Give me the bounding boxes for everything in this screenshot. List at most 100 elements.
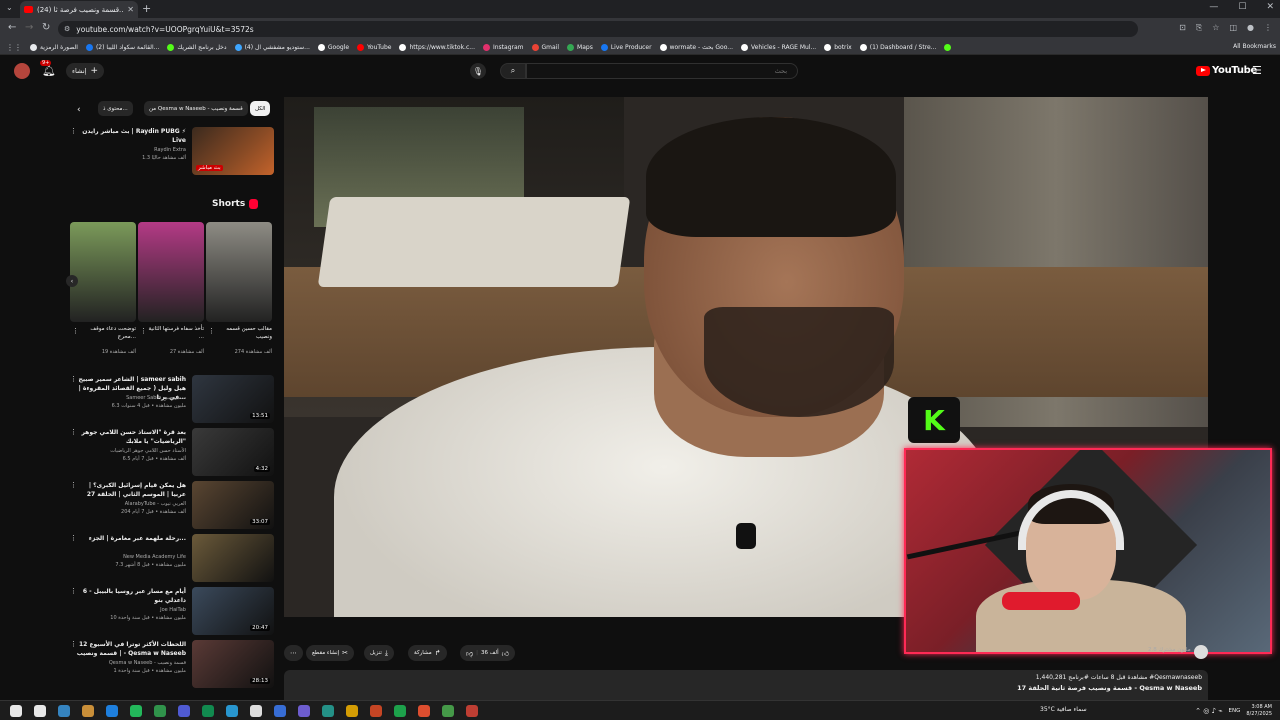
weather-widget[interactable]: 35°C سماء صافية (1040, 706, 1087, 713)
create-button[interactable]: إنشاء + (66, 63, 104, 79)
dislike-icon[interactable]: 👎︎ (466, 649, 473, 658)
download-button[interactable]: تنزيل ⤓ (364, 645, 395, 661)
system-clock[interactable]: 3:08 AM 8/27/2025 (1246, 704, 1272, 718)
video-list-item[interactable]: 28:13 اللحظات الأكثر توترا في الأسبوع 12 … (70, 640, 274, 690)
video-list-item[interactable]: رحلة ملهمة عبر مغامرة | الجزء... New Medi… (70, 534, 274, 584)
video-list-item[interactable]: 33:07 هل يمكن قيام إسرائيل الكبرى؟ | عربي… (70, 481, 274, 531)
bookmark-item[interactable]: (4) ستوديو مشفشي ال... (234, 43, 310, 51)
short-title[interactable]: مقالب حسين قسمه ونصيب (214, 325, 272, 341)
short-title[interactable]: تأخذ سفاه فرستها الثانية ... (146, 325, 204, 341)
video-title[interactable]: بث مباشر رايدن | Raydin PUBG ⚡ Live (76, 127, 186, 145)
taskbar-app-icon[interactable] (346, 705, 358, 717)
language-indicator[interactable]: ENG (1229, 708, 1241, 714)
video-title[interactable]: بعد قرة "الاستاذ حسن اللامي جوهر الرياضي… (76, 428, 186, 446)
taskbar-app-icon[interactable] (250, 705, 262, 717)
clip-button[interactable]: إنشاء مقطع ✂ (306, 645, 355, 661)
short-more-icon[interactable]: ⋮ (140, 327, 147, 335)
video-title[interactable]: هل يمكن قيام إسرائيل الكبرى؟ | عربيا | ا… (76, 481, 186, 499)
video-thumbnail[interactable]: 28:13 (192, 640, 274, 688)
share-button[interactable]: مشاركة ↱ (408, 645, 447, 661)
bookmark-item[interactable]: دخل برنامج الشريك (167, 43, 227, 51)
video-title[interactable]: رحلة ملهمة عبر مغامرة | الجزء... (76, 534, 186, 543)
taskbar-app-icon[interactable] (34, 705, 46, 717)
close-window-icon[interactable]: ✕ (1266, 2, 1274, 12)
taskbar-app-icon[interactable] (178, 705, 190, 717)
channel-avatar[interactable] (1194, 645, 1208, 659)
profile-icon[interactable]: ● (1247, 23, 1254, 33)
taskbar-app-icon[interactable] (394, 705, 406, 717)
taskbar-app-icon[interactable] (274, 705, 286, 717)
taskbar-app-icon[interactable] (106, 705, 118, 717)
guide-menu-icon[interactable]: ☰ (1252, 64, 1262, 77)
bookmark-item[interactable]: الصورة الرمزية (30, 43, 78, 51)
forward-icon[interactable]: → (25, 22, 33, 33)
extensions-icon[interactable]: ◫ (1229, 23, 1237, 33)
minimize-icon[interactable]: — (1209, 2, 1218, 12)
translate-icon[interactable]: ⎘ (1196, 23, 1202, 33)
bookmark-item[interactable]: Maps (567, 43, 593, 51)
bookmark-item[interactable]: Instagram (482, 43, 524, 51)
bookmark-item[interactable]: (2) القائمة سكواد الليبا... (85, 43, 159, 51)
live-video-item[interactable]: بث مباشر بث مباشر رايدن | Raydin PUBG ⚡ … (70, 127, 274, 177)
bookmark-item[interactable]: botrix (824, 43, 852, 51)
taskbar-app-icon[interactable] (202, 705, 214, 717)
install-icon[interactable]: ⊡ (1179, 23, 1186, 33)
video-channel[interactable]: Raydin Extra (76, 147, 186, 153)
tab-search-icon[interactable]: ⌄ (6, 3, 13, 12)
more-options-icon[interactable]: ⋮ (70, 127, 77, 135)
taskbar-app-icon[interactable] (58, 705, 70, 717)
video-list-item[interactable]: 4:32 بعد قرة "الاستاذ حسن اللامي جوهر الر… (70, 428, 274, 478)
omnibox[interactable]: ⚙ youtube.com/watch?v=UOOPgrqYuiU&t=3572… (58, 21, 1138, 37)
short-thumbnail[interactable] (206, 222, 272, 322)
browser-menu-icon[interactable]: ⋮ (1264, 23, 1272, 33)
taskbar-app-icon[interactable] (226, 705, 238, 717)
search-input[interactable] (526, 63, 798, 79)
video-thumbnail[interactable] (192, 534, 274, 582)
more-options-icon[interactable]: ⋮ (70, 375, 77, 383)
maximize-icon[interactable]: ☐ (1238, 2, 1246, 12)
new-tab-icon[interactable]: + (142, 2, 151, 15)
chip-from-channel[interactable]: من Qesma w Naseeb - قسمة ونصيب (144, 101, 248, 116)
more-options-icon[interactable]: ⋮ (70, 428, 77, 436)
browser-tab[interactable]: (24) قسمة ونصيب فرصة ثا... ✕ (20, 1, 138, 18)
chip-all[interactable]: الكل (250, 101, 271, 116)
video-channel[interactable]: Qesma w Naseeb - قسمة ونصيب (76, 660, 186, 666)
bookmark-item[interactable]: https://www.tiktok.c... (399, 43, 475, 51)
video-title[interactable]: 6 أيام مع مسار عبر روسيا بالبيبل - داعدل… (76, 587, 186, 605)
short-more-icon[interactable]: ⋮ (208, 327, 215, 335)
like-dislike-button[interactable]: 👎︎ | 36 ألف 👍︎ (460, 645, 515, 661)
youtube-logo[interactable]: YouTube (1196, 65, 1257, 76)
more-options-icon[interactable]: ⋮ (70, 587, 77, 595)
search-icon[interactable]: ⌕ (500, 63, 526, 79)
bookmark-item[interactable]: Live Producer (600, 43, 652, 51)
reload-icon[interactable]: ↻ (42, 22, 50, 33)
more-options-icon[interactable]: ⋮ (70, 481, 77, 489)
more-actions-button[interactable]: ⋯ (284, 645, 303, 661)
like-icon[interactable]: 👍︎ (502, 649, 509, 658)
bookmark-star-icon[interactable]: ☆ (1212, 23, 1219, 33)
short-title[interactable]: توضحت دعاء موقف محرج... (78, 325, 136, 341)
site-info-icon[interactable]: ⚙ (64, 25, 70, 33)
video-thumbnail[interactable]: 20:47 (192, 587, 274, 635)
video-list-item[interactable]: 13:51 الشاعر سمير صبيح | sameer sabih | ه… (70, 375, 274, 425)
taskbar-app-icon[interactable] (466, 705, 478, 717)
video-channel[interactable]: Sameer Sabih سمير صبيح (76, 395, 186, 401)
video-channel[interactable]: Joe HaiTab (76, 607, 186, 613)
apps-icon[interactable]: ⋮⋮ (6, 43, 22, 52)
video-thumbnail[interactable]: 13:51 (192, 375, 274, 423)
account-avatar[interactable] (14, 63, 30, 79)
tab-close-icon[interactable]: ✕ (127, 5, 134, 14)
taskbar-app-icon[interactable] (130, 705, 142, 717)
video-channel[interactable]: الأستاذ حسن اللامي جوهر الرياضيات (76, 448, 186, 454)
short-more-icon[interactable]: ⋮ (72, 327, 79, 335)
taskbar-app-icon[interactable] (82, 705, 94, 717)
video-channel[interactable]: New Media Academy Life (76, 554, 186, 560)
bookmark-item[interactable]: YouTube (357, 43, 391, 51)
video-list-item[interactable]: 20:47 6 أيام مع مسار عبر روسيا بالبيبل - … (70, 587, 274, 637)
tray-icons[interactable]: ⌃ ◎ ♪ ⌁ (1195, 707, 1222, 715)
taskbar-app-icon[interactable] (322, 705, 334, 717)
bookmark-item[interactable]: Google (317, 43, 349, 51)
more-options-icon[interactable]: ⋮ (70, 534, 77, 542)
taskbar-app-icon[interactable] (370, 705, 382, 717)
video-thumbnail[interactable]: 33:07 (192, 481, 274, 529)
